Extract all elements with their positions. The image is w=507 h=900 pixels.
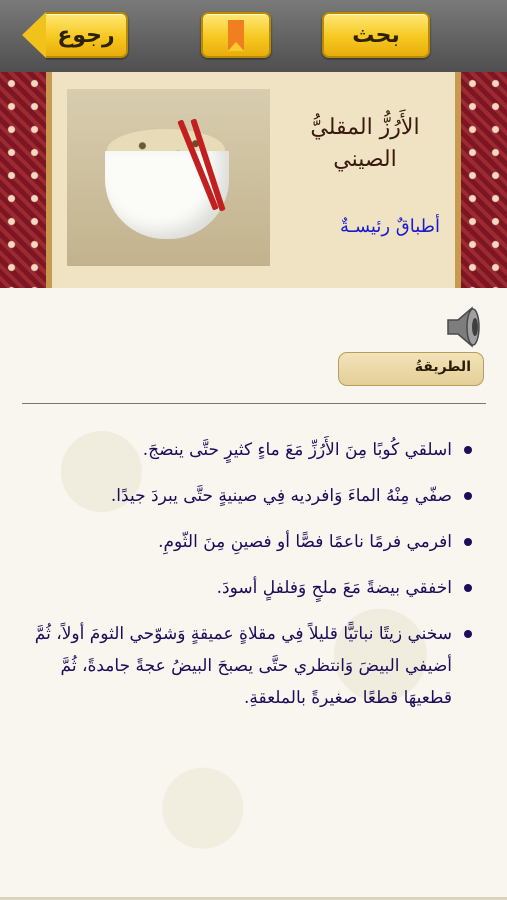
step-item: سخني زيتًا نباتيًّا قليلاً فِي مقلاةٍ عم… bbox=[30, 618, 478, 714]
search-button-label: بحث bbox=[352, 22, 400, 48]
recipe-content: الطريقةُ اسلقي كُوبًا مِنَ الأَرُزِّ مَع… bbox=[0, 288, 507, 900]
pattern-border-left bbox=[46, 72, 52, 288]
recipe-title: الأَرُزُّ المقليُّ الصيني bbox=[310, 115, 420, 172]
pattern-border-right bbox=[455, 72, 461, 288]
step-item: صفّي مِنْهُ الماءَ وَافرديه فِي صينيةٍ ح… bbox=[30, 480, 478, 512]
recipe-header: الأَرُزُّ المقليُّ الصيني أطباقٌ رئيسـةٌ bbox=[0, 72, 507, 288]
steps-list: اسلقي كُوبًا مِنَ الأَرُزِّ مَعَ ماءٍ كث… bbox=[30, 434, 478, 728]
recipe-photo bbox=[67, 89, 270, 266]
decorative-pattern-right bbox=[461, 72, 507, 288]
back-button[interactable]: رجوع bbox=[22, 12, 128, 58]
top-toolbar: رجوع بحث bbox=[0, 0, 507, 73]
section-divider bbox=[22, 403, 486, 404]
method-section-tab: الطريقةُ bbox=[338, 352, 484, 386]
bookmark-icon bbox=[228, 20, 244, 51]
back-arrow-icon bbox=[22, 12, 46, 58]
step-item: اسلقي كُوبًا مِنَ الأَرُزِّ مَعَ ماءٍ كث… bbox=[30, 434, 478, 466]
speaker-icon[interactable] bbox=[446, 306, 484, 348]
recipe-category-link[interactable]: أطباقٌ رئيسـةٌ bbox=[300, 216, 440, 237]
bookmark-button[interactable] bbox=[201, 12, 271, 58]
back-button-label: رجوع bbox=[57, 22, 115, 48]
search-button[interactable]: بحث bbox=[322, 12, 430, 58]
decorative-pattern-left bbox=[0, 72, 46, 288]
step-item: اخفقي بيضةً مَعَ ملحٍ وَفلفلٍ أسودَ. bbox=[30, 572, 478, 604]
step-item: افرمي فرمًا ناعمًا فصًّا أو فصينِ مِنَ ا… bbox=[30, 526, 478, 558]
